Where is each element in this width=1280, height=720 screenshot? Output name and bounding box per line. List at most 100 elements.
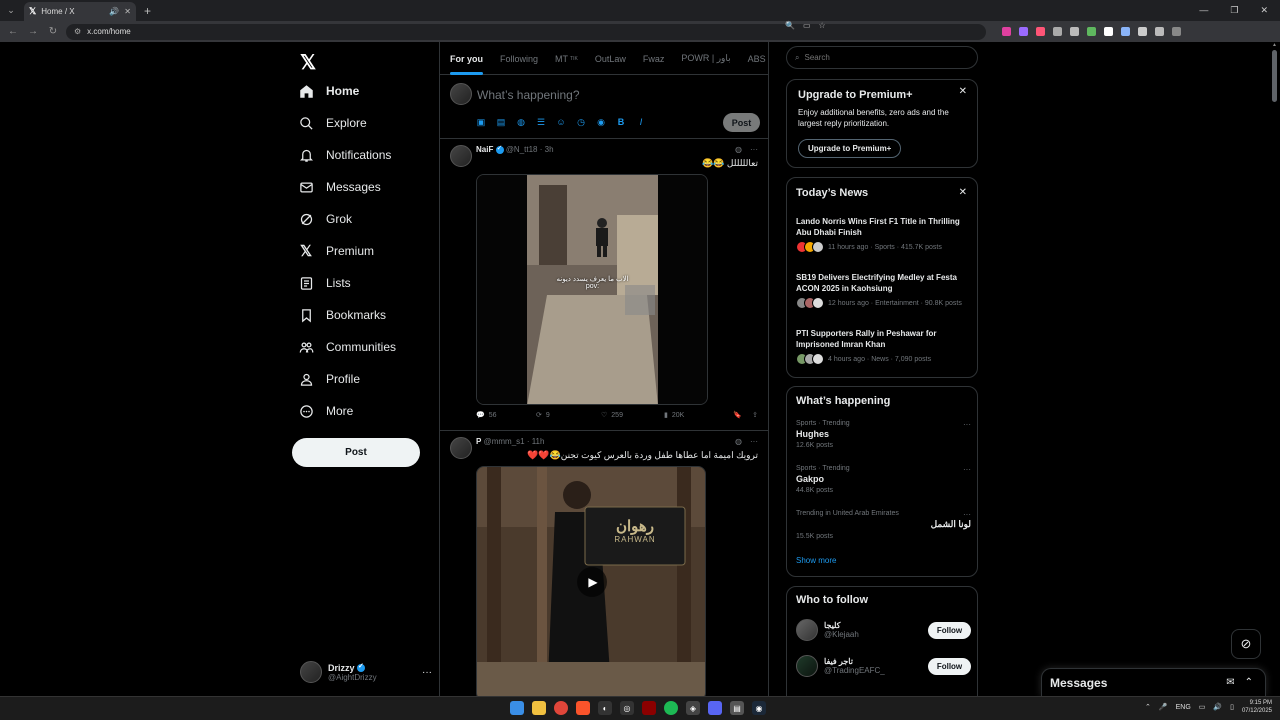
grok-icon[interactable]: ◍ [735,145,742,154]
back-icon[interactable]: ← [6,26,20,37]
extension-icon[interactable] [1155,27,1164,36]
follow-button[interactable]: Follow [928,621,971,639]
x-logo-icon[interactable]: 𝕏 [300,50,316,75]
nav-item-more[interactable]: More [298,398,353,424]
grok-float-button[interactable]: ⊘ [1231,629,1261,659]
new-tab-button[interactable]: + [144,4,151,18]
extension-icon[interactable] [1019,27,1028,36]
maximize-icon[interactable]: ❐ [1230,5,1238,16]
extension-icon[interactable] [1053,27,1062,36]
close-icon[interactable]: ✕ [959,187,967,198]
trend-item[interactable]: Trending in United Arab Emirates لونا ال… [796,510,971,540]
tweet[interactable]: NaiF @N_tt18 · 3h ◍ ··· تعالللللل 😂😂 [440,139,768,431]
upgrade-premium-button[interactable]: Upgrade to Premium+ [798,139,902,158]
mic-icon[interactable]: 🎤 [1159,703,1168,711]
repost-button[interactable]: ⟳ 9 [536,411,601,420]
news-item[interactable]: Lando Norris Wins First F1 Title in Thri… [796,216,971,253]
expand-icon[interactable]: ⌃ [1245,677,1253,688]
tab-for-you[interactable]: For you [450,42,483,75]
share-icon[interactable]: ⇪ [752,411,758,419]
schedule-icon[interactable]: ◷ [576,117,586,127]
nav-item-home[interactable]: Home [298,78,359,104]
chevron-up-icon[interactable]: ⌃ [1145,703,1151,711]
show-more-link[interactable]: Show more [796,556,836,565]
extension-icon[interactable] [1172,27,1181,36]
minimize-icon[interactable]: — [1199,5,1208,16]
bookmark-icon[interactable]: 🔖 [733,411,742,419]
nav-item-explore[interactable]: Explore [298,110,367,136]
site-info-icon[interactable]: ⚙ [74,27,81,36]
tweet-time[interactable]: 11h [532,437,545,446]
tweet-video[interactable]: الاب ما يعرف يسدد ديونه pov: [476,174,708,405]
nav-item-bookmarks[interactable]: Bookmarks [298,302,386,328]
tab-following[interactable]: Following [500,42,538,75]
clock[interactable]: 9:15 PM 07/12/2025 [1242,699,1272,715]
nav-item-lists[interactable]: Lists [298,270,351,296]
volume-icon[interactable]: 🔊 [1213,703,1222,711]
grok-icon[interactable]: ◍ [516,117,526,127]
news-item[interactable]: PTI Supporters Rally in Peshawar for Imp… [796,328,971,365]
reply-button[interactable]: 💬 56 [476,411,536,420]
tab-fwaz[interactable]: Fwaz [643,42,665,75]
news-item[interactable]: SB19 Delivers Electrifying Medley at Fes… [796,272,971,309]
spotify-icon[interactable] [664,701,678,715]
tweet-time[interactable]: 3h [545,145,554,154]
compose-input[interactable]: What’s happening? [477,88,580,102]
scroll-up-icon[interactable]: ▲ [1272,42,1277,48]
nav-item-messages[interactable]: Messages [298,174,381,200]
avatar[interactable] [450,437,472,459]
post-button[interactable]: Post [292,438,420,467]
address-bar[interactable]: ⚙ x.com/home 🔍 ▭ ☆ [66,21,986,40]
search-input[interactable] [804,53,955,62]
new-message-icon[interactable]: ✉ [1226,677,1234,688]
more-dots-icon[interactable]: ··· [963,510,971,519]
like-button[interactable]: ♡ 259 [601,411,664,420]
bookmark-star-icon[interactable]: ☆ [819,21,826,30]
app-icon[interactable]: ◎ [620,701,634,715]
tweet-author[interactable]: P [476,437,481,446]
app-icon[interactable]: ▤ [730,701,744,715]
emoji-icon[interactable]: ☺ [556,117,566,127]
more-dots-icon[interactable]: ··· [750,145,758,154]
messages-drawer[interactable]: Messages ✉ ⌃ [1041,668,1266,696]
trend-item[interactable]: Sports · Trending Hughes 12.6K posts ··· [796,420,971,449]
tab-outlaw[interactable]: OutLaw [595,42,626,75]
compose-post-button[interactable]: Post [723,113,760,132]
close-window-icon[interactable]: ✕ [1260,5,1268,16]
tweet-video[interactable]: رهوان RAHWAN ▶ [476,466,706,696]
follow-suggestion[interactable]: كليجا @Klejaah Follow [796,617,971,643]
extension-icon[interactable] [1121,27,1130,36]
tab-search-icon[interactable]: ⌄ [2,2,20,20]
close-icon[interactable]: ✕ [959,86,967,97]
extension-icon[interactable] [1138,27,1147,36]
follow-button[interactable]: Follow [928,657,971,675]
location-icon[interactable]: ◉ [596,117,606,127]
extension-icon[interactable] [1087,27,1096,36]
battery-icon[interactable]: ▯ [1230,703,1234,711]
browser-tab[interactable]: 𝕏 Home / X 🔊 ✕ [24,2,136,21]
nav-item-grok[interactable]: Grok [298,206,352,232]
nav-item-premium[interactable]: 𝕏 Premium [298,238,374,264]
chrome-icon[interactable] [554,701,568,715]
image-icon[interactable]: ▣ [476,117,486,127]
views-button[interactable]: ▮ 20K [664,411,724,420]
tab-abs[interactable]: ABS [748,42,766,75]
zoom-icon[interactable]: 🔍 [785,21,795,30]
trend-item[interactable]: Sports · Trending Gakpo 44.8K posts ··· [796,465,971,494]
italic-icon[interactable]: I [636,117,646,127]
app-icon[interactable] [642,701,656,715]
file-explorer-icon[interactable] [532,701,546,715]
page-scrollbar[interactable] [1272,50,1277,102]
follow-suggestion[interactable]: تاجر فيفا @TradingEAFC_ Follow [796,653,971,679]
nav-item-profile[interactable]: Profile [298,366,360,392]
steam-icon[interactable]: ◉ [752,701,766,715]
network-icon[interactable]: ▭ [1199,703,1206,711]
gif-icon[interactable]: ▤ [496,117,506,127]
tweet[interactable]: P @mmm_s1 · 11h ◍ ··· ترويك اميمة اما عط… [440,431,768,696]
lang-indicator[interactable]: ENG [1176,704,1191,711]
reload-icon[interactable]: ↻ [46,26,60,37]
more-dots-icon[interactable]: ··· [963,465,971,474]
play-button[interactable]: ▶ [577,567,607,597]
grok-icon[interactable]: ◍ [735,437,742,446]
tab-mt[interactable]: MT TIK [555,42,578,75]
